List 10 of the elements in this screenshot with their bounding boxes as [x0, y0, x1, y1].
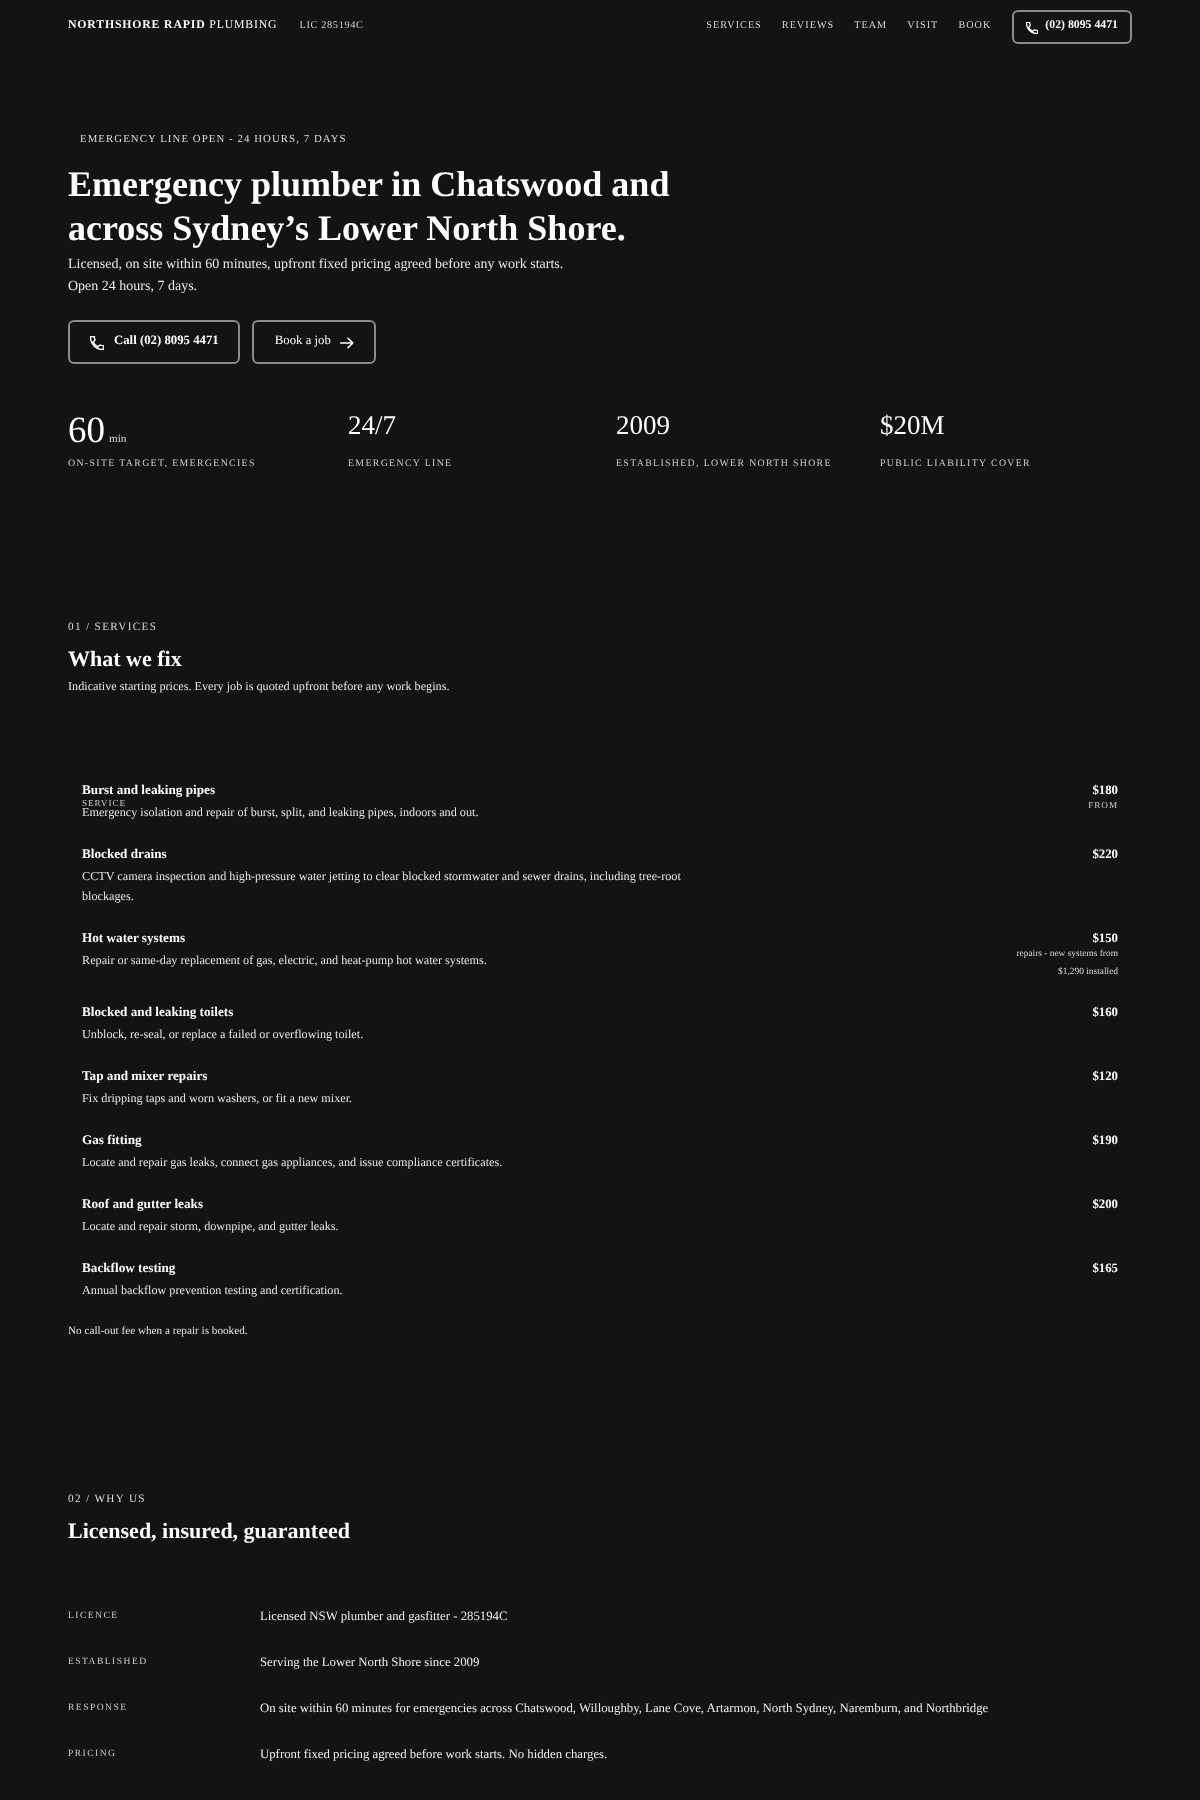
- stat-value: $20M: [880, 412, 945, 440]
- hero-heading: Emergency plumber in Chatswood and across Sydney’s Lower North Shore.: [68, 162, 672, 250]
- arrow-right-icon: [340, 335, 355, 349]
- section-heading: What we fix: [68, 647, 184, 673]
- phone-icon: [90, 335, 104, 349]
- phone-icon: [1025, 21, 1038, 33]
- stat-value: 24/7: [348, 412, 397, 440]
- stat-value: 60: [68, 412, 105, 452]
- section-heading: Licensed, insured, guaranteed: [68, 1519, 352, 1545]
- stat-value: 2009: [616, 412, 670, 440]
